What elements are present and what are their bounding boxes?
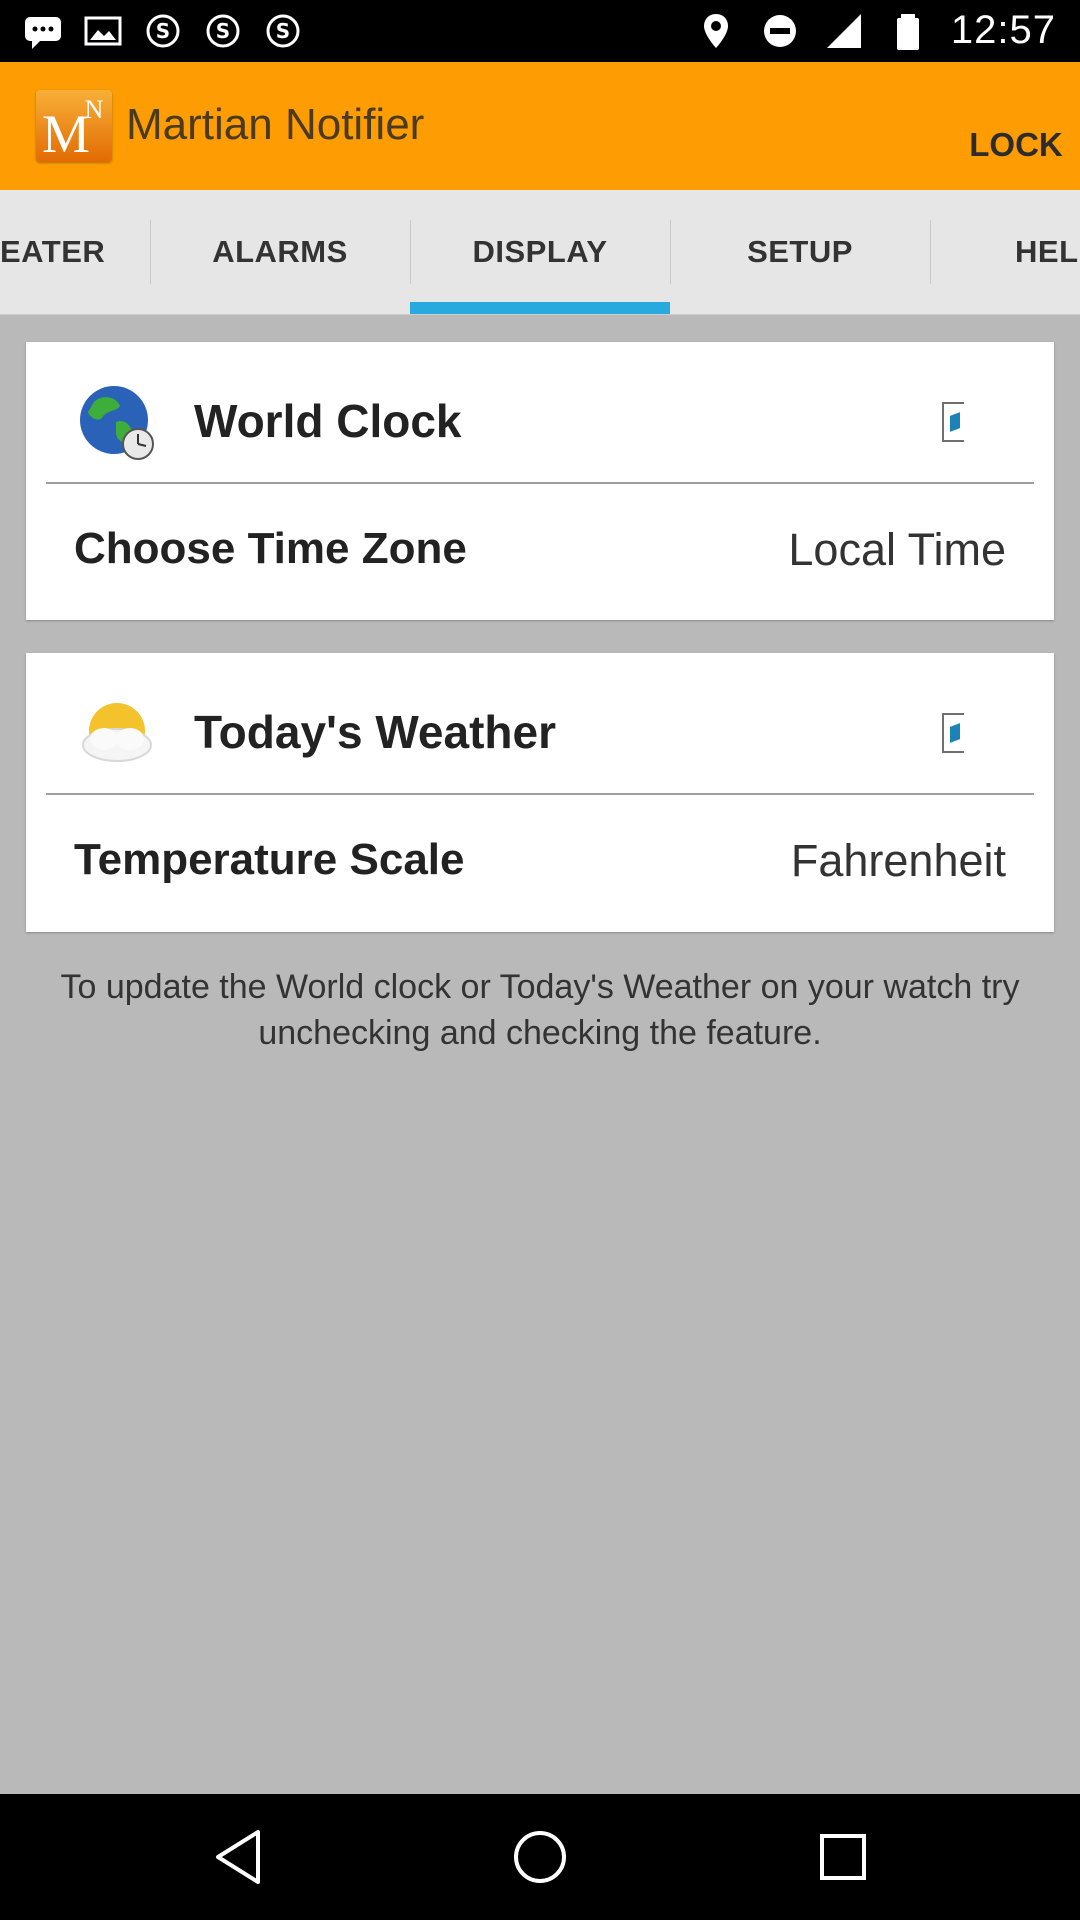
chat-icon — [22, 10, 64, 52]
tab-alarms[interactable]: ALARMS — [150, 190, 410, 314]
tab-repeater[interactable]: EATER — [0, 190, 150, 314]
dnd-icon — [759, 10, 801, 52]
globe-clock-icon — [76, 382, 158, 464]
time-zone-label: Choose Time Zone — [74, 524, 467, 573]
weather-toggle-row[interactable]: Today's Weather — [26, 653, 1054, 793]
world-clock-card: World Clock Choose Time Zone Local Time — [26, 342, 1054, 620]
notification-icons: S S S — [22, 10, 304, 52]
sun-cloud-icon — [76, 693, 158, 775]
svg-text:M: M — [42, 104, 90, 162]
svg-text:S: S — [216, 19, 230, 43]
skype-icon: S — [142, 10, 184, 52]
status-clock: 12:57 — [950, 8, 1056, 52]
battery-icon — [887, 10, 929, 52]
recent-apps-icon[interactable] — [808, 1822, 878, 1892]
time-zone-row[interactable]: Choose Time Zone Local Time — [26, 484, 1054, 622]
tab-setup[interactable]: SETUP — [670, 190, 930, 314]
temperature-scale-value: Fahrenheit — [790, 835, 1006, 886]
app-header: M N Martian Notifier — [0, 62, 1080, 190]
app-title: Martian Notifier — [126, 100, 425, 149]
svg-text:N: N — [85, 95, 104, 124]
temperature-scale-label: Temperature Scale — [74, 835, 465, 884]
image-icon — [82, 10, 124, 52]
lock-button[interactable]: LOCK — [952, 62, 1080, 208]
world-clock-toggle-row[interactable]: World Clock — [26, 342, 1054, 482]
tab-display[interactable]: DISPLAY — [410, 190, 670, 314]
temperature-scale-row[interactable]: Temperature Scale Fahrenheit — [26, 795, 1054, 933]
time-zone-value: Local Time — [788, 524, 1006, 575]
navigation-bar — [0, 1794, 1080, 1920]
world-clock-checkbox[interactable] — [942, 402, 964, 442]
svg-text:S: S — [276, 19, 290, 43]
tab-separator — [930, 220, 931, 284]
tab-help[interactable]: HEL — [1015, 190, 1080, 314]
status-bar: S S S 12:57 — [0, 0, 1080, 62]
weather-card: Today's Weather Temperature Scale Fahren… — [26, 653, 1054, 932]
svg-text:S: S — [156, 19, 170, 43]
system-icons: 12:57 — [695, 8, 1056, 53]
weather-title: Today's Weather — [194, 706, 557, 758]
app-logo: M N — [36, 90, 112, 164]
back-icon[interactable] — [204, 1822, 274, 1892]
skype-icon: S — [202, 10, 244, 52]
world-clock-title: World Clock — [194, 395, 462, 447]
signal-icon — [823, 10, 865, 52]
update-instructions: To update the World clock or Today's Wea… — [60, 968, 1020, 1052]
weather-checkbox[interactable] — [942, 713, 964, 753]
skype-icon: S — [262, 10, 304, 52]
tab-bar: EATER ALARMS DISPLAY SETUP HEL — [0, 190, 1080, 315]
home-icon[interactable] — [505, 1822, 575, 1892]
location-icon — [695, 10, 737, 52]
